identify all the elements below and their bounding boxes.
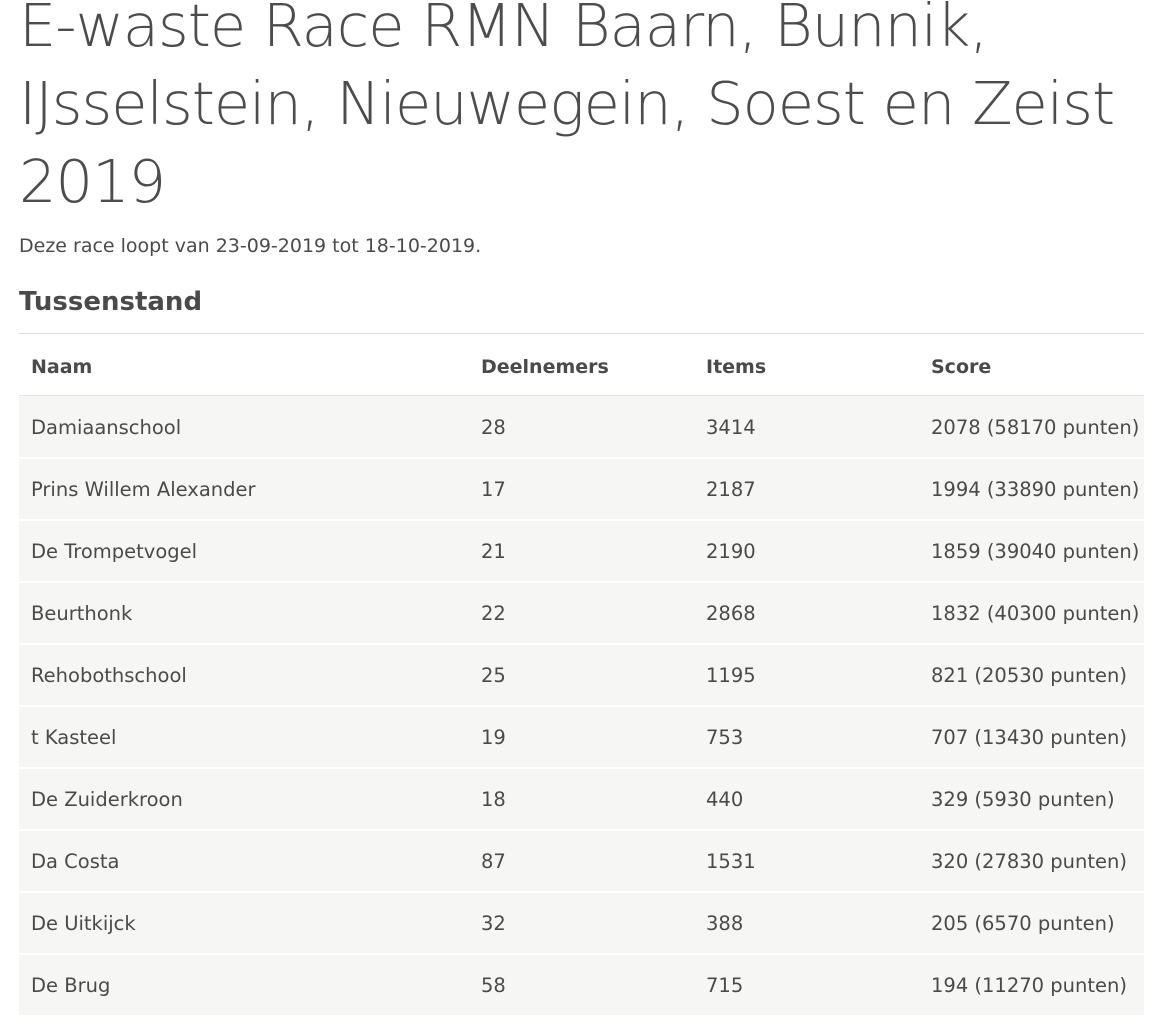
table-row: De Uitkijck 32 388 205 (6570 punten) [19, 891, 1144, 955]
cell-score: 707 (13430 punten) [919, 705, 1144, 769]
page-title-line-1: E-waste Race RMN Baarn, Bunnik, [19, 0, 988, 60]
cell-score: 1859 (39040 punten) [919, 519, 1144, 583]
table-row: Da Costa 87 1531 320 (27830 punten) [19, 829, 1144, 893]
cell-deelnemers: 25 [469, 643, 694, 707]
page: E-waste Race RMN Baarn, Bunnik, IJsselst… [0, 0, 1156, 1030]
cell-naam: De Trompetvogel [19, 519, 469, 583]
page-title-line-2: IJsselstein, Nieuwegein, Soest en Zeist [19, 69, 1115, 138]
cell-deelnemers: 58 [469, 953, 694, 1017]
header-row: Naam Deelnemers Items Score [19, 333, 1144, 396]
cell-deelnemers: 21 [469, 519, 694, 583]
cell-naam: Prins Willem Alexander [19, 457, 469, 521]
cell-items: 3414 [694, 395, 919, 459]
cell-deelnemers: 17 [469, 457, 694, 521]
column-header-deelnemers: Deelnemers [469, 333, 694, 396]
column-header-score: Score [919, 333, 1144, 396]
cell-items: 1195 [694, 643, 919, 707]
column-header-items: Items [694, 333, 919, 396]
cell-naam: Beurthonk [19, 581, 469, 645]
cell-naam: Da Costa [19, 829, 469, 893]
cell-items: 2868 [694, 581, 919, 645]
cell-items: 2190 [694, 519, 919, 583]
cell-items: 715 [694, 953, 919, 1017]
table-row: Beurthonk 22 2868 1832 (40300 punten) [19, 581, 1144, 645]
cell-score: 2078 (58170 punten) [919, 395, 1144, 459]
column-header-naam: Naam [19, 333, 469, 396]
table-row: t Kasteel 19 753 707 (13430 punten) [19, 705, 1144, 769]
cell-items: 1531 [694, 829, 919, 893]
cell-score: 329 (5930 punten) [919, 767, 1144, 831]
table-row: Damiaanschool 28 3414 2078 (58170 punten… [19, 395, 1144, 459]
cell-naam: Rehobothschool [19, 643, 469, 707]
cell-items: 753 [694, 705, 919, 769]
table-row: De Brug 58 715 194 (11270 punten) [19, 953, 1144, 1017]
cell-items: 2187 [694, 457, 919, 521]
cell-score: 320 (27830 punten) [919, 829, 1144, 893]
race-period-text: Deze race loopt van 23-09-2019 tot 18-10… [19, 235, 482, 257]
standings-table-body: Damiaanschool 28 3414 2078 (58170 punten… [19, 395, 1144, 1017]
cell-items: 388 [694, 891, 919, 955]
cell-naam: Damiaanschool [19, 395, 469, 459]
cell-score: 1832 (40300 punten) [919, 581, 1144, 645]
cell-score: 194 (11270 punten) [919, 953, 1144, 1017]
cell-deelnemers: 22 [469, 581, 694, 645]
table-row: Rehobothschool 25 1195 821 (20530 punten… [19, 643, 1144, 707]
cell-score: 1994 (33890 punten) [919, 457, 1144, 521]
cell-items: 440 [694, 767, 919, 831]
page-title-line-3: 2019 [19, 147, 166, 216]
cell-naam: t Kasteel [19, 705, 469, 769]
table-row: De Zuiderkroon 18 440 329 (5930 punten) [19, 767, 1144, 831]
cell-naam: De Brug [19, 953, 469, 1017]
table-row: De Trompetvogel 21 2190 1859 (39040 punt… [19, 519, 1144, 583]
cell-naam: De Uitkijck [19, 891, 469, 955]
cell-score: 821 (20530 punten) [919, 643, 1144, 707]
table-row: Prins Willem Alexander 17 2187 1994 (338… [19, 457, 1144, 521]
cell-deelnemers: 28 [469, 395, 694, 459]
page-title: E-waste Race RMN Baarn, Bunnik, IJsselst… [19, 0, 1139, 221]
cell-deelnemers: 32 [469, 891, 694, 955]
section-heading-tussenstand: Tussenstand [19, 287, 203, 317]
standings-table: Naam Deelnemers Items Score Damiaanschoo… [19, 333, 1144, 1017]
standings-table-header: Naam Deelnemers Items Score [19, 333, 1144, 396]
cell-deelnemers: 19 [469, 705, 694, 769]
cell-score: 205 (6570 punten) [919, 891, 1144, 955]
cell-deelnemers: 18 [469, 767, 694, 831]
cell-naam: De Zuiderkroon [19, 767, 469, 831]
cell-deelnemers: 87 [469, 829, 694, 893]
